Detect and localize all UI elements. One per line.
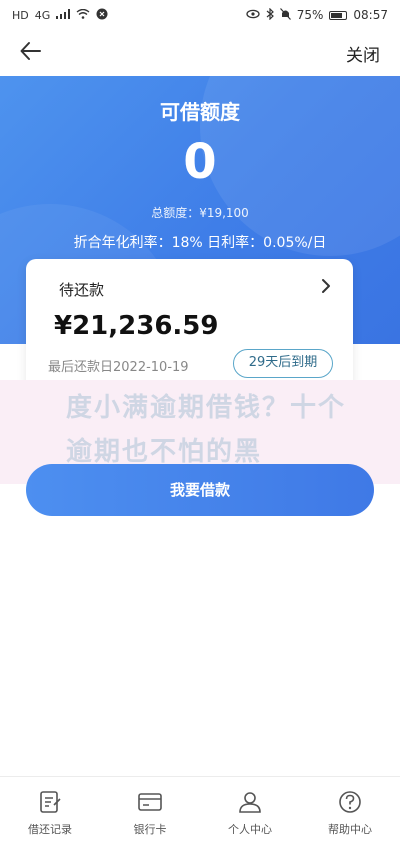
- available-credit-amount: 0: [183, 134, 217, 190]
- tab-label: 借还记录: [28, 823, 72, 836]
- interest-rate-text: 折合年化利率：18% 日利率：0.05%/日: [73, 235, 327, 251]
- nav-bar: 关闭: [0, 30, 400, 76]
- mute-bell-icon: [279, 7, 291, 23]
- battery-icon: [329, 10, 348, 20]
- clock-time: 08:57: [353, 8, 388, 22]
- status-right: 75% 08:57: [246, 7, 388, 23]
- bluetooth-icon: [266, 7, 274, 23]
- tab-help-center[interactable]: 帮助中心: [300, 777, 400, 866]
- close-button[interactable]: 关闭: [346, 41, 380, 66]
- tab-label: 个人中心: [228, 823, 272, 836]
- available-credit-title: 可借额度: [160, 100, 240, 124]
- status-bar: HD 4G 75% 08:57: [0, 0, 400, 30]
- person-icon: [239, 792, 261, 813]
- tab-bank-card[interactable]: 银行卡: [100, 777, 200, 866]
- signal-icon: [56, 8, 71, 22]
- bottom-tab-bar: 借还记录 银行卡 个人中心 帮助中心: [0, 776, 400, 866]
- hd-icon: HD: [12, 8, 29, 22]
- borrow-button[interactable]: 我要借款: [26, 464, 374, 516]
- back-arrow-icon[interactable]: [20, 41, 42, 65]
- tab-personal-center[interactable]: 个人中心: [200, 777, 300, 866]
- total-quota-text: 总额度：¥19,100: [151, 206, 249, 220]
- wifi-icon: [76, 8, 90, 22]
- last-repayment-date: 最后还款日2022-10-19: [48, 360, 189, 375]
- battery-level: 75%: [296, 8, 324, 22]
- watermark-text: 度小满逾期借钱？十个逾期也不怕的黑: [66, 393, 347, 467]
- eye-icon: [246, 9, 260, 22]
- status-left: HD 4G: [12, 8, 108, 23]
- due-days-badge: 29天后到期: [233, 349, 333, 378]
- chevron-right-icon[interactable]: [321, 275, 331, 299]
- repayment-amount: ¥21,236.59: [54, 311, 219, 341]
- tab-label: 银行卡: [133, 823, 167, 836]
- help-icon: [339, 791, 361, 813]
- bank-card-icon: [138, 793, 162, 811]
- network-4g-icon: 4G: [34, 8, 51, 22]
- repayment-card-title: 待还款: [59, 281, 105, 299]
- tab-label: 帮助中心: [328, 823, 372, 836]
- repayment-card[interactable]: 待还款 ¥21,236.59 最后还款日2022-10-19 29天后到期: [26, 259, 353, 392]
- record-icon: [40, 791, 61, 813]
- tab-borrow-records[interactable]: 借还记录: [0, 777, 100, 866]
- nfc-icon: [96, 8, 108, 23]
